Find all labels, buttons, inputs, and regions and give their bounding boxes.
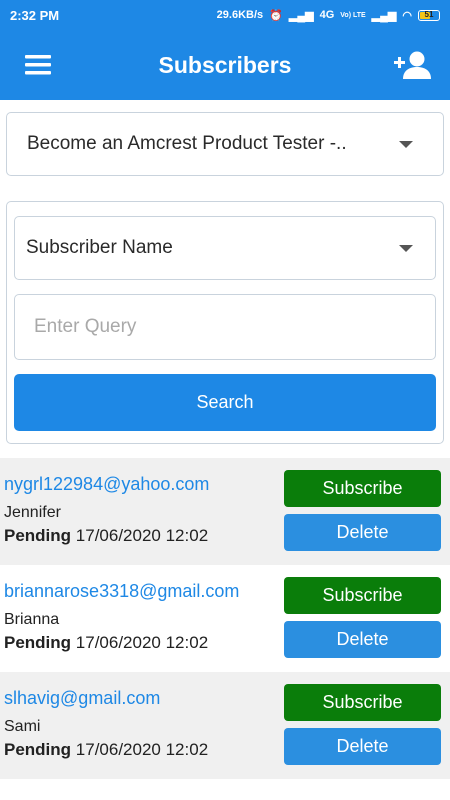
list-item: briannarose3318@gmail.com Brianna Pendin…	[0, 565, 450, 672]
add-person-icon[interactable]	[392, 45, 432, 85]
search-button[interactable]: Search	[14, 374, 436, 431]
chevron-down-icon	[399, 140, 413, 148]
delete-button[interactable]: Delete	[284, 514, 441, 551]
signal-icon: ▂▄▆	[288, 9, 314, 22]
hamburger-menu-icon[interactable]	[18, 45, 58, 85]
subscriber-email[interactable]: nygrl122984@yahoo.com	[4, 474, 209, 495]
battery-icon: 51	[418, 9, 440, 21]
subscribe-button[interactable]: Subscribe	[284, 577, 441, 614]
volte-label: Vo) LTE	[340, 11, 366, 19]
chevron-down-icon	[399, 244, 413, 252]
campaign-select-value: Become an Amcrest Product Tester -..	[27, 133, 347, 154]
subscriber-name: Brianna	[4, 611, 60, 628]
subscriber-email[interactable]: briannarose3318@gmail.com	[4, 581, 239, 602]
subscriber-list: nygrl122984@yahoo.com Jennifer Pending 1…	[0, 458, 450, 779]
list-item: nygrl122984@yahoo.com Jennifer Pending 1…	[0, 458, 450, 565]
subscriber-date: 17/06/2020 12:02	[75, 526, 209, 545]
app-bar: Subscribers	[0, 30, 450, 100]
campaign-select[interactable]: Become an Amcrest Product Tester -..	[6, 112, 444, 176]
delete-button[interactable]: Delete	[284, 728, 441, 765]
subscriber-name: Jennifer	[4, 504, 61, 521]
subscribe-button[interactable]: Subscribe	[284, 684, 441, 721]
subscriber-name: Sami	[4, 718, 41, 735]
wifi-icon: ◠	[402, 9, 412, 22]
subscriber-status: Pending 17/06/2020 12:02	[4, 740, 208, 760]
subscribe-button[interactable]: Subscribe	[284, 470, 441, 507]
alarm-icon: ⏰	[269, 9, 283, 22]
status-label: Pending	[4, 526, 72, 545]
battery-level: 51	[424, 9, 434, 19]
network-speed: 29.6KB/s	[216, 9, 264, 21]
network-type: 4G	[319, 9, 335, 21]
subscriber-status: Pending 17/06/2020 12:02	[4, 526, 209, 546]
filter-card: Subscriber Name Search	[6, 201, 444, 444]
status-bar: 2:32 PM 29.6KB/s ⏰ ▂▄▆ 4G Vo) LTE ▂▄▆ ◠ …	[0, 0, 450, 30]
page-title: Subscribers	[158, 51, 292, 78]
delete-button[interactable]: Delete	[284, 621, 441, 658]
list-item: slhavig@gmail.com Sami Pending 17/06/202…	[0, 672, 450, 779]
subscriber-status: Pending 17/06/2020 12:02	[4, 633, 239, 653]
signal-icon-2: ▂▄▆	[371, 9, 397, 22]
field-select-value: Subscriber Name	[26, 237, 173, 258]
subscriber-email[interactable]: slhavig@gmail.com	[4, 688, 208, 709]
status-time: 2:32 PM	[10, 7, 60, 23]
subscriber-date: 17/06/2020 12:02	[75, 633, 209, 652]
field-select[interactable]: Subscriber Name	[14, 216, 436, 280]
status-label: Pending	[4, 740, 72, 759]
status-label: Pending	[4, 633, 72, 652]
status-indicators: 29.6KB/s ⏰ ▂▄▆ 4G Vo) LTE ▂▄▆ ◠ 51	[217, 9, 440, 22]
query-input[interactable]	[14, 294, 436, 360]
subscriber-date: 17/06/2020 12:02	[75, 740, 209, 759]
